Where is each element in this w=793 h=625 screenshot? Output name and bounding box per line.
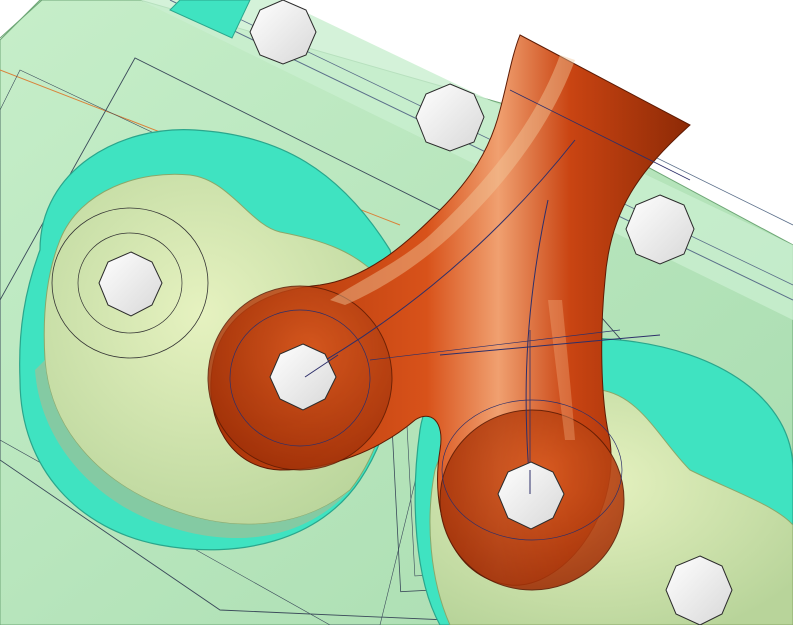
hole-icon[interactable]	[415, 83, 485, 152]
hole-icon[interactable]	[249, 0, 317, 65]
cad-viewport[interactable]	[0, 0, 793, 625]
hole-icon[interactable]	[625, 194, 695, 265]
